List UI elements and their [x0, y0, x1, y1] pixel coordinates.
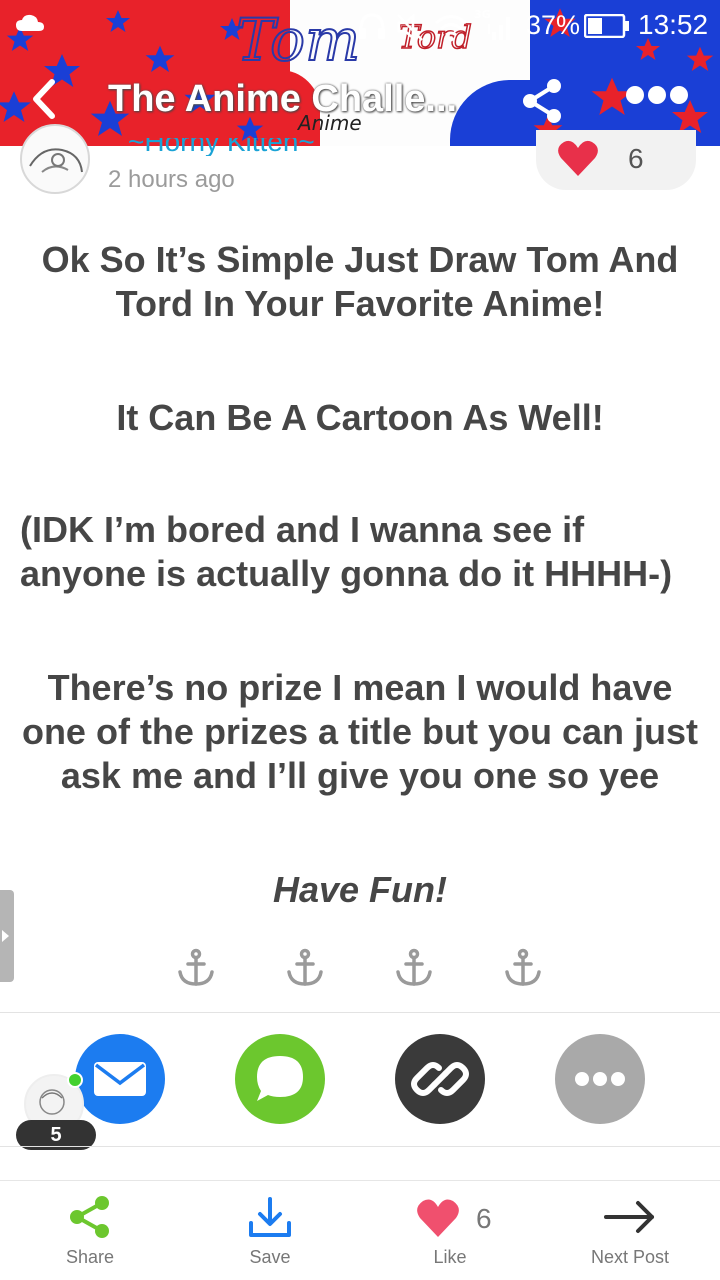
share-row-divider — [0, 1012, 720, 1013]
nav-bar: The Anime Challe... — [0, 60, 720, 140]
bottom-like-label: Like — [433, 1247, 467, 1267]
header-banner: Tom Tord Anime 3G 37% 13:52 The Anime Ch… — [0, 0, 720, 146]
author-avatar[interactable] — [20, 124, 90, 194]
chat-icon — [257, 1056, 303, 1101]
bottom-action-bar: Share Save 6 Like Next Post — [0, 1180, 720, 1280]
share-chat-button[interactable] — [235, 1034, 325, 1124]
heart-icon — [417, 1199, 459, 1237]
bottom-like-button[interactable]: 6 Like — [360, 1181, 540, 1280]
more-icon — [575, 1072, 625, 1086]
link-icon — [411, 1062, 469, 1096]
share-icon — [70, 1196, 109, 1238]
like-count: 6 — [628, 143, 644, 174]
back-button[interactable] — [22, 74, 68, 124]
share-more-button[interactable] — [555, 1034, 645, 1124]
share-link-button[interactable] — [395, 1034, 485, 1124]
status-bar: 3G 37% 13:52 — [0, 0, 720, 52]
arrow-right-icon — [604, 1201, 654, 1233]
signal-icon: 3G — [474, 8, 510, 40]
bottom-share-label: Share — [65, 1247, 115, 1267]
anchor-divider — [176, 948, 556, 988]
anchor-icon — [505, 948, 541, 986]
bottom-like-count: 6 — [476, 1203, 492, 1234]
share-icon — [523, 79, 561, 123]
wifi-icon — [435, 15, 467, 42]
post-paragraph: There’s no prize I mean I would have one… — [21, 667, 699, 796]
post-timestamp: 2 hours ago — [108, 166, 235, 193]
share-row-bottom-divider — [0, 1146, 720, 1147]
share-email-button[interactable] — [75, 1034, 165, 1124]
cloud-icon — [16, 14, 44, 31]
bottom-next-label: Next Post — [590, 1247, 670, 1267]
like-pill-button[interactable]: 6 — [536, 130, 696, 190]
battery-percent: 37% — [526, 10, 581, 40]
mute-icon — [397, 13, 423, 41]
avatar-sketch-icon — [29, 148, 83, 173]
heart-icon — [558, 140, 598, 176]
headset-icon — [359, 13, 385, 39]
chevron-left-icon — [33, 79, 55, 119]
anchor-icon — [178, 948, 214, 986]
page-title: The Anime Challe... — [108, 78, 458, 120]
more-options-button[interactable] — [626, 86, 696, 112]
more-dots-icon — [648, 86, 666, 104]
email-icon — [94, 1062, 146, 1096]
more-dots-icon — [626, 86, 644, 104]
post-paragraph: Ok So It’s Simple Just Draw Tom And Tord… — [41, 239, 679, 324]
network-type: 3G — [474, 8, 491, 21]
side-drawer-handle[interactable] — [0, 890, 14, 982]
share-top-button[interactable] — [520, 76, 566, 126]
post-paragraph: (IDK I’m bored and I wanna see if anyone… — [20, 509, 673, 594]
battery-icon — [584, 14, 629, 38]
download-icon — [249, 1197, 291, 1237]
anchor-icon — [287, 948, 323, 986]
anchor-icon — [396, 948, 432, 986]
bottom-save-button[interactable]: Save — [180, 1181, 360, 1280]
bottom-share-button[interactable]: Share — [0, 1181, 180, 1280]
bottom-save-label: Save — [249, 1247, 291, 1267]
bottom-next-post-button[interactable]: Next Post — [540, 1181, 720, 1280]
clock: 13:52 — [638, 9, 709, 40]
post-closing-line: Have Fun! — [272, 869, 448, 910]
online-status-dot — [67, 1072, 83, 1088]
more-dots-icon — [670, 86, 688, 104]
post-paragraph: It Can Be A Cartoon As Well! — [116, 397, 604, 438]
